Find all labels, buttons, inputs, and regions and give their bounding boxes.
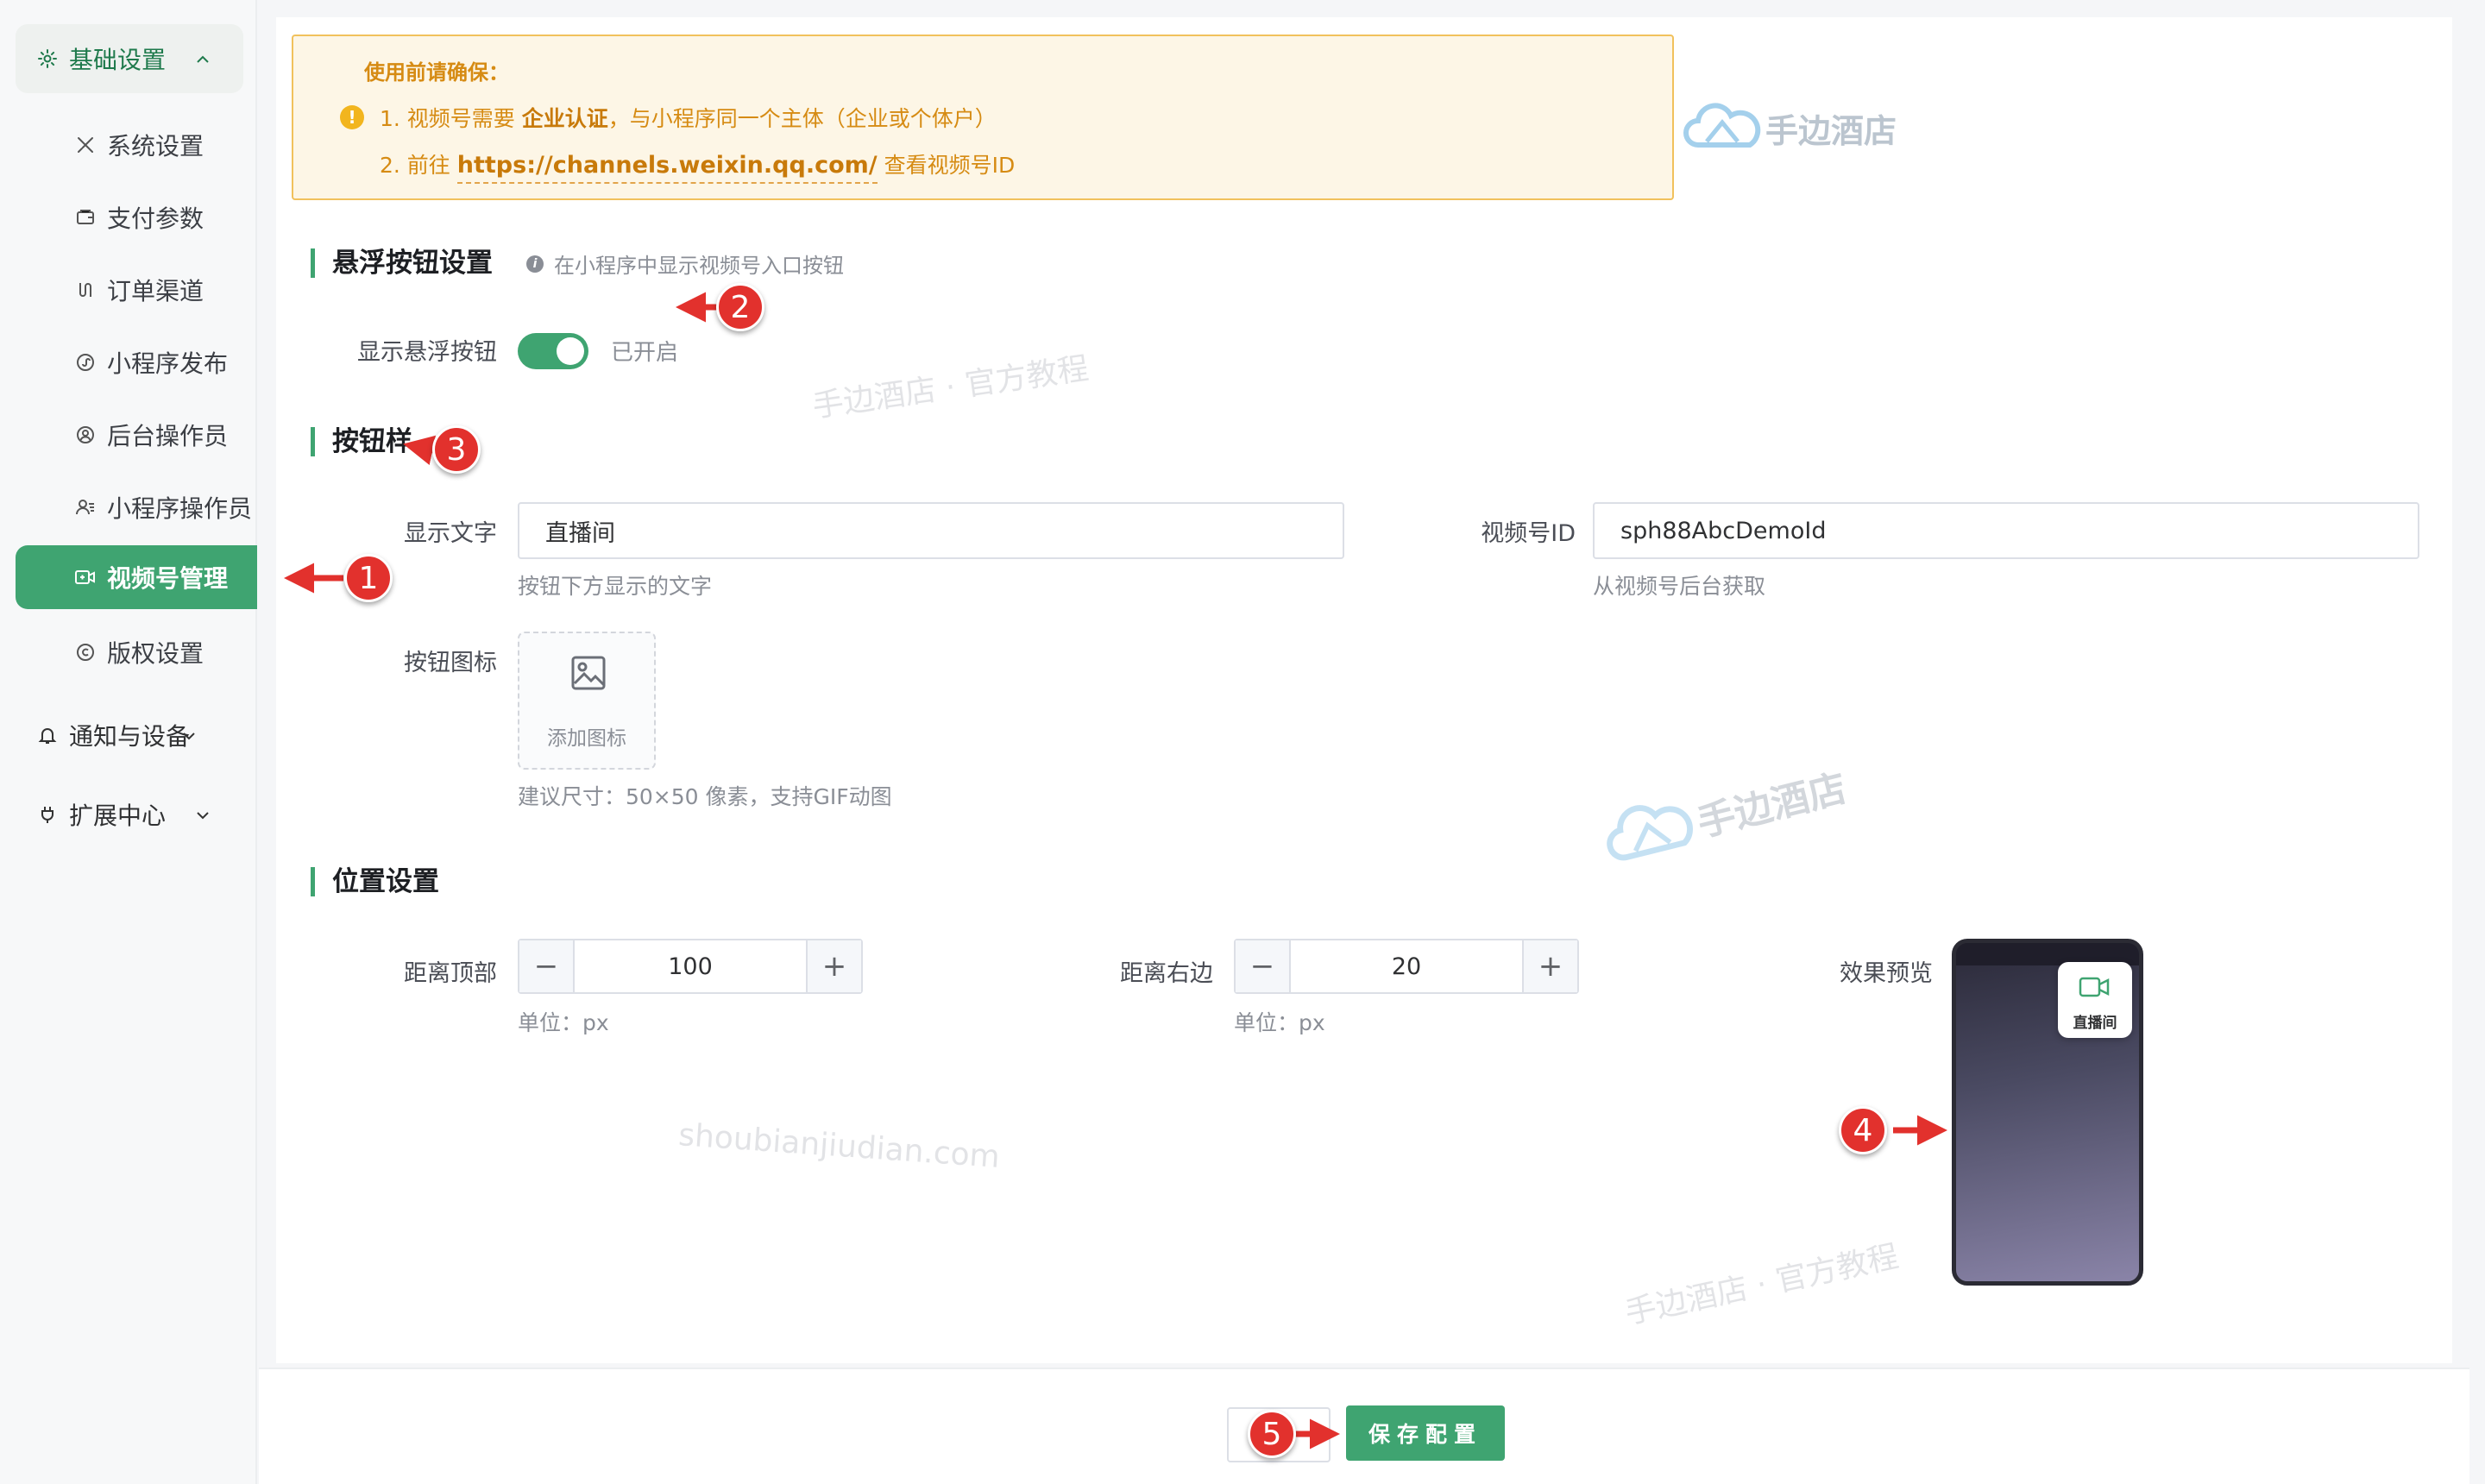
- step-marker-3: 3: [432, 425, 481, 474]
- step-marker-4: 4: [1839, 1106, 1887, 1154]
- annotation-arrows: [284, 292, 1947, 1449]
- step-marker-5: 5: [1248, 1410, 1296, 1458]
- step-marker-2: 2: [716, 283, 764, 331]
- step-marker-1: 1: [344, 554, 393, 602]
- arrow-3: [403, 435, 437, 465]
